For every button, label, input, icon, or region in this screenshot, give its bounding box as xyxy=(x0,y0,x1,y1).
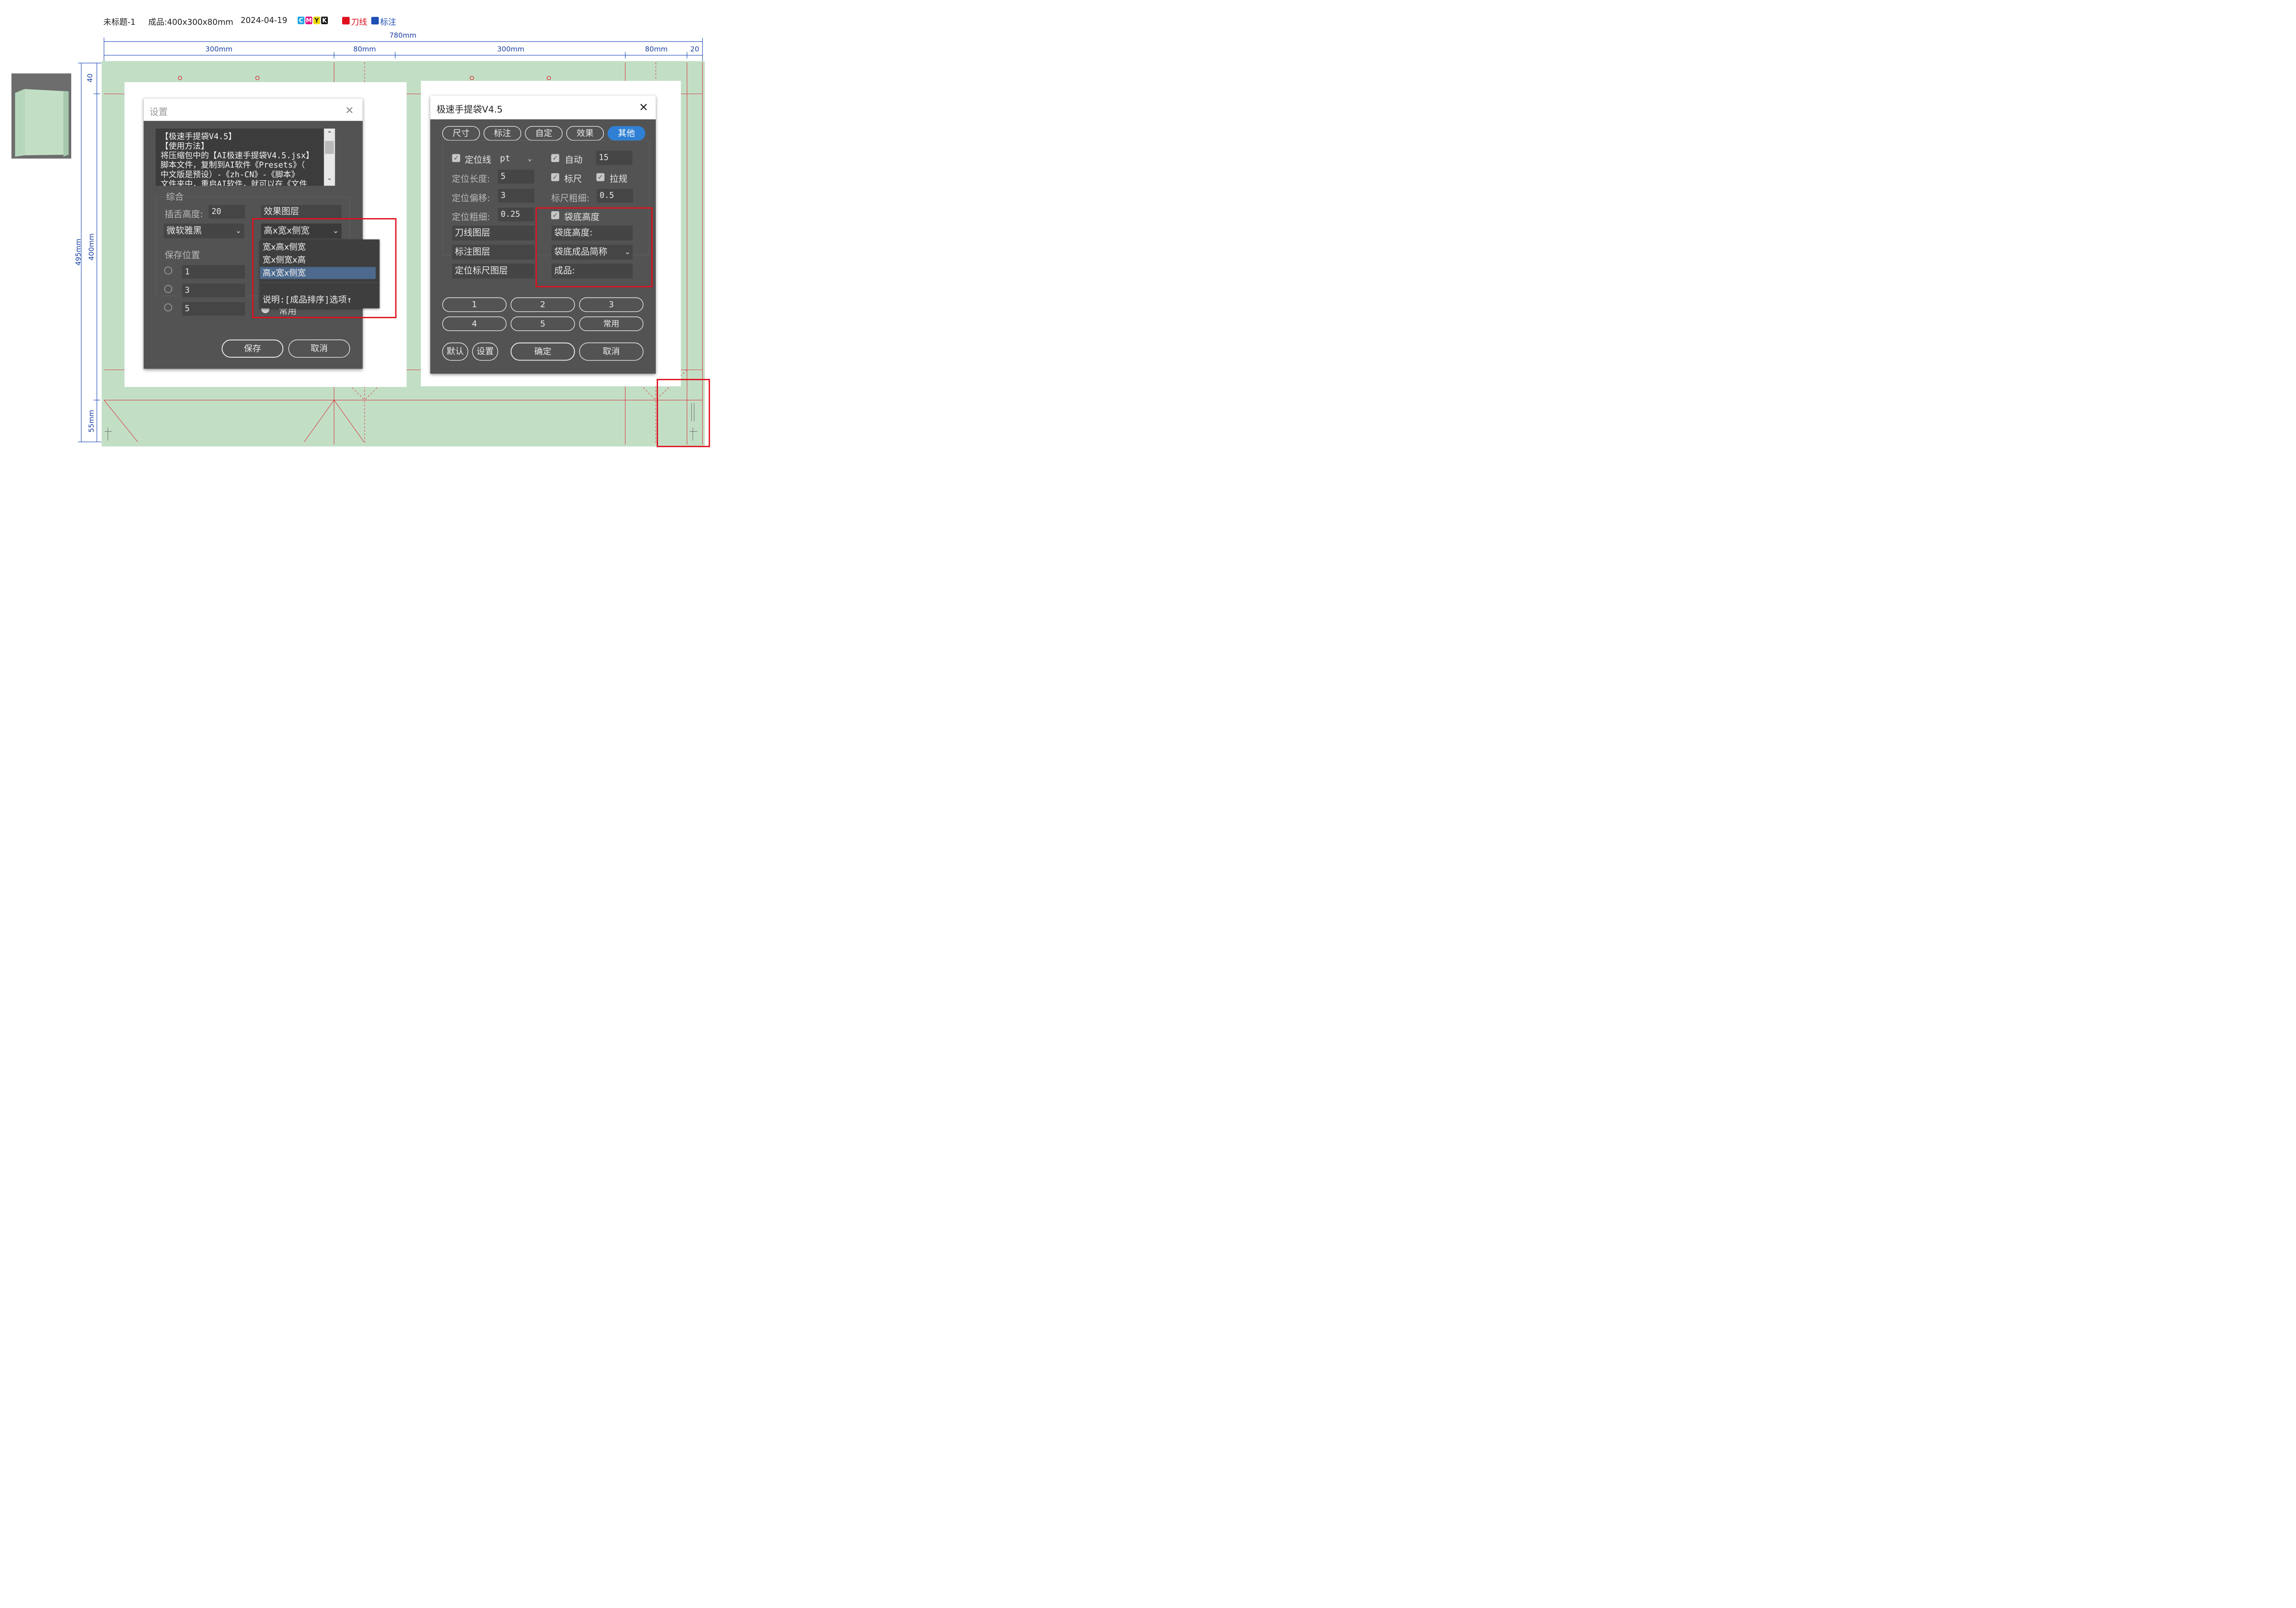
corner-ruler-marks xyxy=(104,403,698,441)
